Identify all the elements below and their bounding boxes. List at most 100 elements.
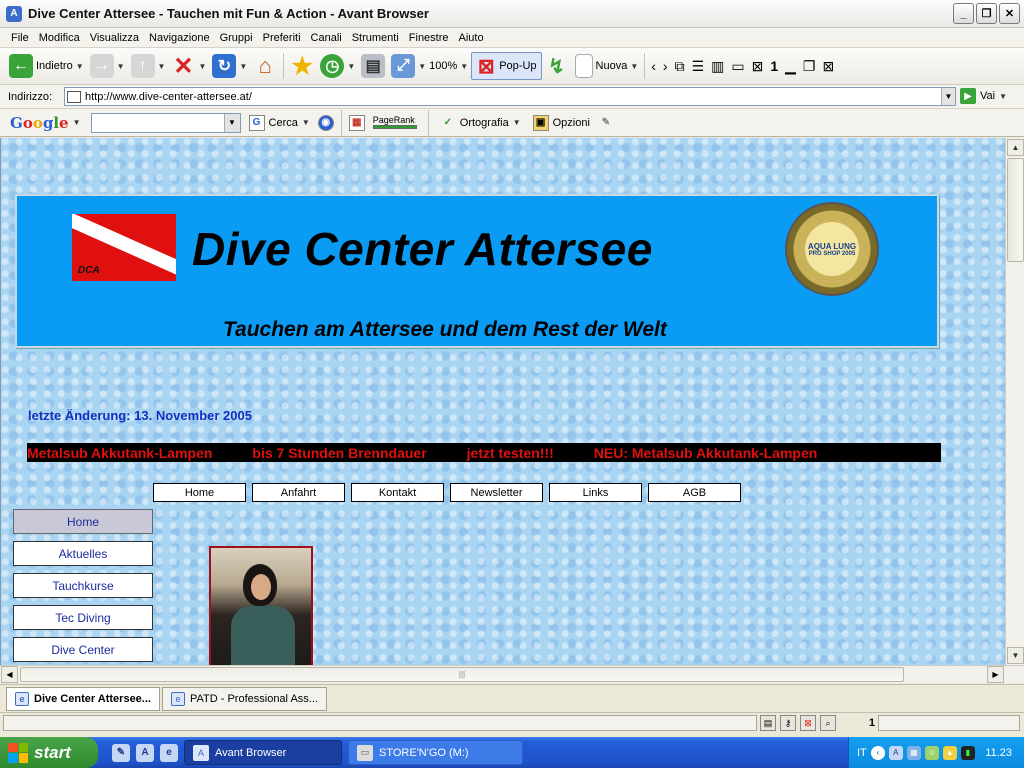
go-button[interactable]: ▶ Vai ▼ xyxy=(960,88,1007,104)
chevron-down-icon[interactable]: ▼ xyxy=(302,118,310,127)
chevron-down-icon[interactable]: ▼ xyxy=(198,62,206,71)
tile-vertical-icon[interactable]: ▥ xyxy=(711,58,724,75)
tray-media-icon[interactable]: ▮ xyxy=(960,745,975,760)
vertical-scrollbar[interactable]: ▲ ▼ xyxy=(1005,138,1024,665)
menu-visualizza[interactable]: Visualizza xyxy=(85,32,144,44)
horizontal-scrollbar[interactable]: ◀ ||| ▶ xyxy=(0,665,1024,683)
language-indicator[interactable]: IT xyxy=(857,747,867,759)
stop-button[interactable]: ✕ ▼ xyxy=(168,51,209,81)
chevron-down-icon[interactable]: ▼ xyxy=(117,62,125,71)
menu-file[interactable]: File xyxy=(6,32,34,44)
topnav-kontakt[interactable]: Kontakt xyxy=(351,483,444,502)
news-ticker[interactable]: Metalsub Akkutank-Lampen bis 7 Stunden B… xyxy=(27,443,941,462)
tools-status-icon[interactable]: ▤ xyxy=(760,715,776,731)
tab-dive-center[interactable]: e Dive Center Attersee... xyxy=(6,686,160,711)
single-window-icon[interactable]: 1 xyxy=(770,58,778,74)
horizontal-scroll-thumb[interactable]: ||| xyxy=(20,667,904,682)
sidenav-aktuelles[interactable]: Aktuelles xyxy=(13,541,153,566)
scroll-down-icon[interactable]: ▼ xyxy=(1007,647,1024,664)
popup-blocker-icon[interactable]: ▦ xyxy=(348,114,365,131)
topnav-links[interactable]: Links xyxy=(549,483,642,502)
home-button[interactable]: ⌂ xyxy=(250,51,280,81)
up-button[interactable]: ↑ ▼ xyxy=(128,51,169,81)
chevron-down-icon[interactable]: ▼ xyxy=(239,62,247,71)
zoom-status-icon[interactable]: ⌕ xyxy=(820,715,836,731)
minimize-doc-icon[interactable]: ▁ xyxy=(785,58,796,75)
chevron-down-icon[interactable]: ▼ xyxy=(73,118,81,127)
tab-patd[interactable]: e PATD - Professional Ass... xyxy=(161,686,327,711)
chevron-down-icon[interactable]: ▼ xyxy=(347,62,355,71)
sidenav-home[interactable]: Home xyxy=(13,509,153,534)
cascade-icon[interactable]: ⧉ xyxy=(675,58,685,75)
chevron-down-icon[interactable]: ▼ xyxy=(223,113,240,132)
restore-button[interactable]: ❐ xyxy=(976,3,997,24)
sidenav-tec-diving[interactable]: Tec Diving xyxy=(13,605,153,630)
new-window-button[interactable]: Nuova ▼ xyxy=(572,51,642,81)
menu-navigazione[interactable]: Navigazione xyxy=(144,32,215,44)
spell-check-button[interactable]: ✓ Ortografia ▼ xyxy=(436,115,525,131)
close-all-icon[interactable]: ⊠ xyxy=(752,58,764,75)
scroll-left-icon[interactable]: ◀ xyxy=(1,666,18,683)
options-button[interactable]: ▣ Opzioni xyxy=(529,114,594,131)
history-button[interactable]: ◷ ▼ xyxy=(317,51,358,81)
chevron-down-icon[interactable]: ▼ xyxy=(460,62,468,71)
google-search-button[interactable]: G Cerca ▼ xyxy=(245,114,314,131)
menu-modifica[interactable]: Modifica xyxy=(34,32,85,44)
favorites-button[interactable]: ★ xyxy=(287,51,317,81)
topnav-home[interactable]: Home xyxy=(153,483,246,502)
vertical-scroll-thumb[interactable] xyxy=(1007,158,1024,262)
chevron-down-icon[interactable]: ▼ xyxy=(158,62,166,71)
topnav-agb[interactable]: AGB xyxy=(648,483,741,502)
window-titlebar[interactable]: A Dive Center Attersee - Tauchen mit Fun… xyxy=(0,0,1024,28)
scroll-right-icon[interactable]: ▶ xyxy=(987,666,1004,683)
sidenav-dive-center[interactable]: Dive Center xyxy=(13,637,153,662)
lock-status-icon[interactable]: ⚷ xyxy=(780,715,796,731)
menu-strumenti[interactable]: Strumenti xyxy=(347,32,404,44)
next-window-icon[interactable]: › xyxy=(663,58,668,74)
prev-window-icon[interactable]: ‹ xyxy=(651,58,656,74)
close-doc-icon[interactable]: ⊠ xyxy=(822,58,834,75)
address-input[interactable]: http://www.dive-center-attersee.at/ ▼ xyxy=(64,87,956,106)
chevron-down-icon[interactable]: ▼ xyxy=(630,62,638,71)
back-button[interactable]: ← Indietro ▼ xyxy=(6,51,87,81)
minimize-button[interactable]: _ xyxy=(953,3,974,24)
quick-launch-ie-icon[interactable]: e xyxy=(160,743,178,762)
highlighter-icon[interactable]: ✎ xyxy=(598,115,614,131)
tray-avant-icon[interactable]: A xyxy=(888,745,903,760)
flash-button[interactable]: ↯ xyxy=(542,51,572,81)
task-store-n-go[interactable]: ▭ STORE'N'GO (M:) xyxy=(348,740,523,765)
chevron-down-icon[interactable]: ▼ xyxy=(418,62,426,71)
google-search-input[interactable]: ▼ xyxy=(90,112,241,133)
menu-canali[interactable]: Canali xyxy=(306,32,347,44)
quick-launch-avant-icon[interactable]: A xyxy=(136,743,154,762)
tile-horizontal-icon[interactable]: ☰ xyxy=(692,58,705,75)
sidenav-tauchkurse[interactable]: Tauchkurse xyxy=(13,573,153,598)
refresh-button[interactable]: ↻ ▼ xyxy=(209,51,250,81)
chevron-down-icon[interactable]: ▼ xyxy=(941,88,955,105)
tray-network-icon[interactable]: ▦ xyxy=(906,745,921,760)
menu-gruppi[interactable]: Gruppi xyxy=(215,32,258,44)
print-button[interactable]: ▤ xyxy=(358,51,388,81)
tray-messenger-icon[interactable]: ☺ xyxy=(924,745,939,760)
zoom-button[interactable]: ⤢ ▼ 100% ▼ xyxy=(388,51,471,81)
restore-doc-icon[interactable]: ❐ xyxy=(803,58,816,75)
google-logo[interactable]: Google xyxy=(10,114,69,132)
topnav-anfahrt[interactable]: Anfahrt xyxy=(252,483,345,502)
quick-launch-tool-icon[interactable]: ✎ xyxy=(112,743,130,762)
menu-preferiti[interactable]: Preferiti xyxy=(258,32,306,44)
globe-icon[interactable]: ◉ xyxy=(317,114,334,131)
menu-aiuto[interactable]: Aiuto xyxy=(454,32,489,44)
topnav-newsletter[interactable]: Newsletter xyxy=(450,483,543,502)
chevron-down-icon[interactable]: ▼ xyxy=(76,62,84,71)
chevron-down-icon[interactable]: ▼ xyxy=(513,118,521,127)
chevron-down-icon[interactable]: ▼ xyxy=(999,92,1007,101)
popup-status-icon[interactable]: ⊠ xyxy=(800,715,816,731)
menu-finestre[interactable]: Finestre xyxy=(404,32,454,44)
page-viewport[interactable]: DCA Dive Center Attersee AQUA LUNG PRO S… xyxy=(0,138,1005,665)
maximize-all-icon[interactable]: ▭ xyxy=(731,58,744,75)
close-button[interactable]: ✕ xyxy=(999,3,1020,24)
tray-security-icon[interactable]: ▲ xyxy=(942,745,957,760)
clock[interactable]: 11.23 xyxy=(985,747,1012,759)
tray-expand-icon[interactable]: ‹ xyxy=(870,745,885,760)
forward-button[interactable]: → ▼ xyxy=(87,51,128,81)
